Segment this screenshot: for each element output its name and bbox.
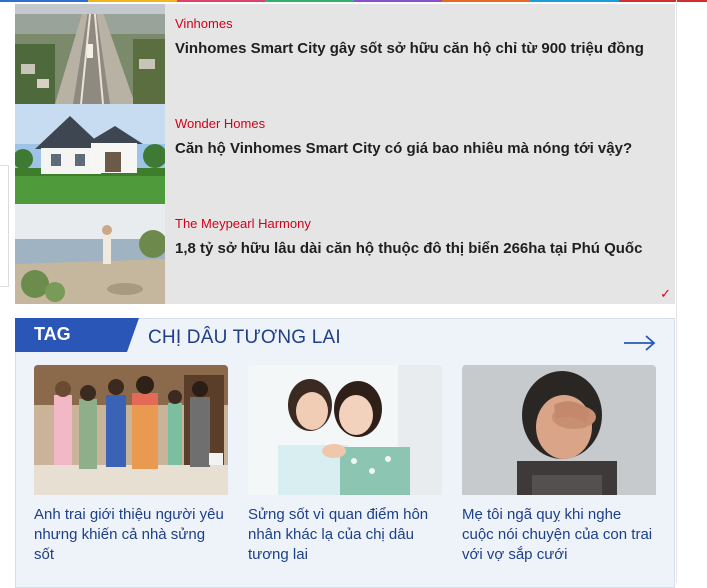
strip-segment: [441, 0, 531, 2]
metro-rail-aerial-image[interactable]: [15, 4, 165, 104]
tag-section: TAG CHỊ DÂU TƯƠNG LAI Anh trai giới thiệ…: [15, 318, 675, 588]
sponsored-source[interactable]: Wonder Homes: [175, 116, 265, 131]
tag-article-title[interactable]: Sửng sốt vì quan điểm hôn nhân khác lạ c…: [248, 505, 442, 565]
tag-article-title[interactable]: Anh trai giới thiệu người yêu nhưng khiế…: [34, 505, 228, 565]
seaside-terrace-image[interactable]: [15, 204, 165, 304]
sponsored-block: Vinhomes Vinhomes Smart City gây sốt sở …: [15, 4, 675, 304]
tag-article-card[interactable]: Mẹ tôi ngã quỵ khi nghe cuộc nói chuyện …: [462, 365, 656, 565]
left-side-panel-edge: [0, 165, 9, 287]
two-women-smiling-image[interactable]: [248, 365, 442, 495]
tag-label-badge: TAG: [15, 318, 139, 352]
strip-segment: [530, 0, 619, 2]
top-color-strip: [0, 0, 707, 2]
tag-name-link[interactable]: CHỊ DÂU TƯƠNG LAI: [148, 327, 341, 349]
strip-segment: [353, 0, 442, 2]
sponsored-source[interactable]: Vinhomes: [175, 16, 233, 31]
strip-segment: [176, 0, 266, 2]
arrow-right-icon[interactable]: [622, 333, 658, 353]
tag-label: TAG: [34, 324, 71, 344]
adchoice-check-icon[interactable]: ✓: [660, 286, 671, 302]
sponsored-title[interactable]: Căn hộ Vinhomes Smart City có giá bao nh…: [175, 140, 632, 157]
strip-segment: [88, 0, 177, 2]
sponsored-item[interactable]: Wonder Homes Căn hộ Vinhomes Smart City …: [15, 104, 675, 204]
sponsored-title[interactable]: 1,8 tỷ sở hữu lâu dài căn hộ thuộc đô th…: [175, 240, 642, 257]
sponsored-item[interactable]: The Meypearl Harmony 1,8 tỷ sở hữu lâu d…: [15, 204, 675, 304]
strip-segment: [265, 0, 354, 2]
strip-segment: [0, 0, 89, 2]
sponsored-title[interactable]: Vinhomes Smart City gây sốt sở hữu căn h…: [175, 40, 644, 57]
tag-article-card[interactable]: Sửng sốt vì quan điểm hôn nhân khác lạ c…: [248, 365, 442, 565]
tag-article-title[interactable]: Mẹ tôi ngã quỵ khi nghe cuộc nói chuyện …: [462, 505, 656, 565]
family-drama-scene-image[interactable]: [34, 365, 228, 495]
sponsored-source[interactable]: The Meypearl Harmony: [175, 216, 311, 231]
tag-article-card[interactable]: Anh trai giới thiệu người yêu nhưng khiế…: [34, 365, 228, 565]
distressed-woman-image[interactable]: [462, 365, 656, 495]
white-villa-lawn-image[interactable]: [15, 104, 165, 204]
column-divider: [676, 0, 677, 583]
sponsored-item[interactable]: Vinhomes Vinhomes Smart City gây sốt sở …: [15, 4, 675, 104]
strip-segment: [618, 0, 707, 2]
